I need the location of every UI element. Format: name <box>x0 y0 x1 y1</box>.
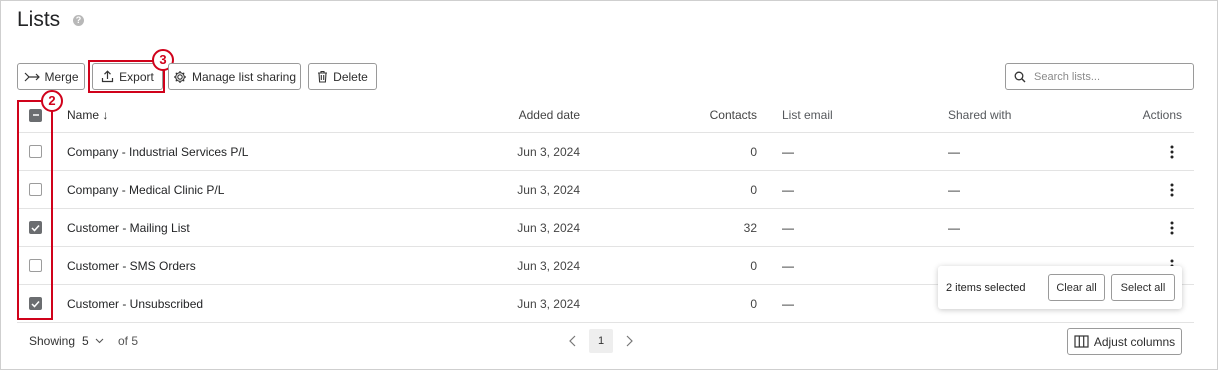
list-name[interactable]: Customer - Unsubscribed <box>67 285 203 322</box>
table-header-row: Name ↓ Added date Contacts List email Sh… <box>17 98 1194 133</box>
clear-all-button[interactable]: Clear all <box>1048 274 1105 301</box>
select-all-checkbox[interactable] <box>29 108 42 122</box>
merge-label: Merge <box>44 69 79 84</box>
page-title: Lists <box>17 8 61 31</box>
table-row[interactable]: Company - Industrial Services P/L Jun 3,… <box>17 133 1194 171</box>
shared-with: — <box>948 144 960 159</box>
row-checkbox[interactable] <box>29 145 42 158</box>
contacts-count: 0 <box>750 296 757 311</box>
gear-icon <box>173 70 186 83</box>
merge-button[interactable]: Merge <box>17 63 85 90</box>
list-name[interactable]: Customer - SMS Orders <box>67 247 196 284</box>
previous-page-icon[interactable] <box>566 333 580 349</box>
column-header-contacts[interactable]: Contacts <box>617 98 757 132</box>
selection-popup: 2 items selected Clear all Select all <box>938 266 1182 309</box>
shared-with: — <box>948 182 960 197</box>
table-row[interactable]: Customer - Mailing List Jun 3, 2024 32 —… <box>17 209 1194 247</box>
column-header-actions: Actions <box>1142 108 1182 122</box>
added-date: Jun 3, 2024 <box>517 144 580 159</box>
select-all-button[interactable]: Select all <box>1111 274 1175 301</box>
merge-icon <box>24 72 40 81</box>
manage-list-sharing-button[interactable]: Manage list sharing <box>168 63 301 90</box>
export-button[interactable]: Export <box>92 63 163 90</box>
export-label: Export <box>119 69 154 84</box>
next-page-icon[interactable] <box>622 333 636 349</box>
search-icon <box>1014 71 1026 82</box>
total-count: of 5 <box>118 334 139 348</box>
list-email: — <box>782 296 794 311</box>
added-date: Jun 3, 2024 <box>517 258 580 273</box>
list-email: — <box>782 144 794 159</box>
page-number-button[interactable]: 1 <box>589 329 613 353</box>
checkbox-column-callout-number: 2 <box>41 90 63 112</box>
delete-label: Delete <box>333 69 368 84</box>
contacts-count: 32 <box>743 220 757 235</box>
added-date: Jun 3, 2024 <box>517 296 580 311</box>
more-actions-icon[interactable] <box>1162 183 1182 197</box>
row-checkbox[interactable] <box>29 221 42 234</box>
list-email: — <box>782 220 794 235</box>
list-name[interactable]: Company - Medical Clinic P/L <box>67 171 224 208</box>
more-actions-icon[interactable] <box>1162 145 1182 159</box>
manage-list-sharing-label: Manage list sharing <box>191 69 297 84</box>
columns-icon <box>1074 335 1089 348</box>
showing-label: Showing <box>29 334 76 348</box>
added-date: Jun 3, 2024 <box>517 220 580 235</box>
contacts-count: 0 <box>750 144 757 159</box>
contacts-count: 0 <box>750 182 757 197</box>
per-page-select[interactable]: 5 <box>82 334 104 348</box>
shared-with: — <box>948 220 960 235</box>
checkmark-icon <box>31 300 40 308</box>
column-header-added-date[interactable]: Added date <box>467 98 580 132</box>
delete-button[interactable]: Delete <box>308 63 377 90</box>
row-checkbox[interactable] <box>29 297 42 310</box>
search-input[interactable] <box>1032 69 1182 84</box>
row-checkbox[interactable] <box>29 183 42 196</box>
per-page-value: 5 <box>82 334 89 348</box>
more-actions-icon[interactable] <box>1162 221 1182 235</box>
adjust-columns-button[interactable]: Adjust columns <box>1067 328 1182 355</box>
column-header-name[interactable]: Name ↓ <box>67 98 108 132</box>
list-email: — <box>782 182 794 197</box>
minus-icon <box>32 114 39 116</box>
column-header-list-email[interactable]: List email <box>782 98 833 132</box>
help-icon[interactable]: ? <box>73 15 84 26</box>
selection-count: 2 items selected <box>946 281 1026 294</box>
contacts-count: 0 <box>750 258 757 273</box>
checkmark-icon <box>31 224 40 232</box>
search-box[interactable] <box>1005 63 1194 90</box>
row-checkbox[interactable] <box>29 259 42 272</box>
trash-icon <box>318 70 328 83</box>
list-name[interactable]: Company - Industrial Services P/L <box>67 133 248 170</box>
table-row[interactable]: Company - Medical Clinic P/L Jun 3, 2024… <box>17 171 1194 209</box>
chevron-down-icon <box>95 338 104 344</box>
list-email: — <box>782 258 794 273</box>
list-name[interactable]: Customer - Mailing List <box>67 209 190 246</box>
export-icon <box>102 70 114 83</box>
adjust-columns-label: Adjust columns <box>1093 334 1176 349</box>
column-header-shared-with[interactable]: Shared with <box>948 98 1011 132</box>
added-date: Jun 3, 2024 <box>517 182 580 197</box>
